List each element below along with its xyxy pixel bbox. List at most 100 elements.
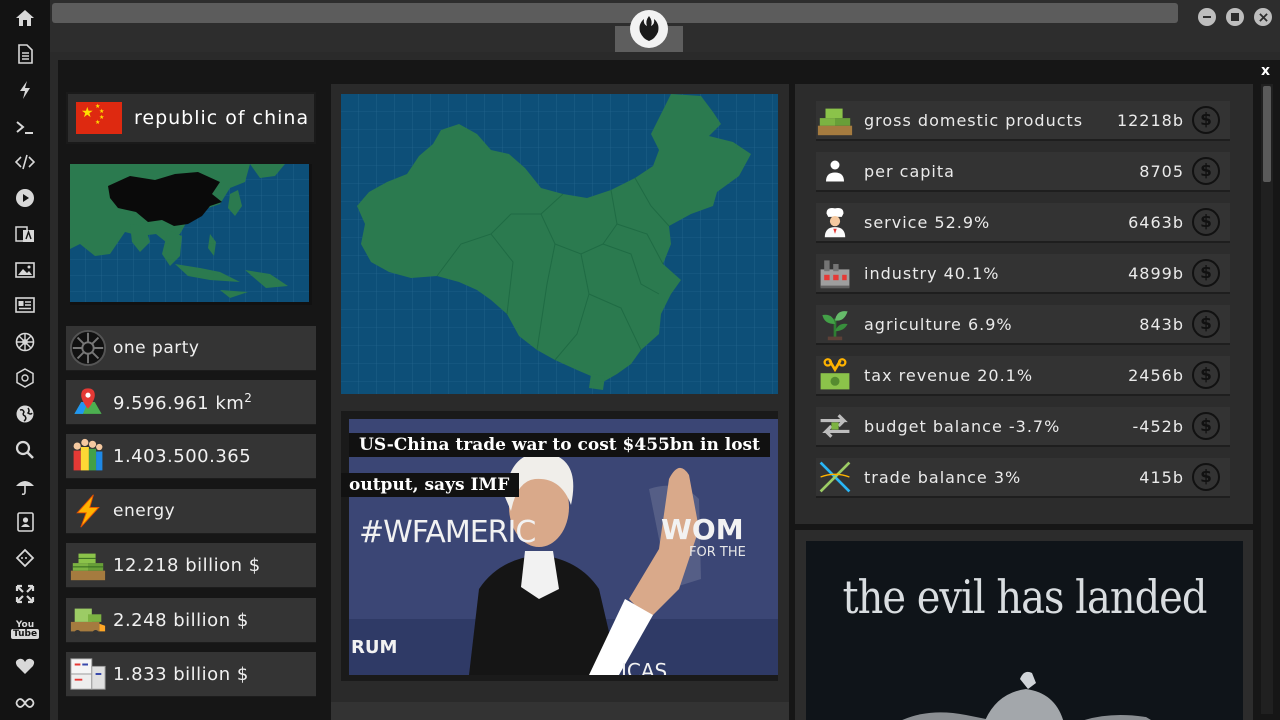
econ-value-agriculture: 843b [1139, 314, 1184, 334]
stat-imports[interactable]: 1.833 billion $ [66, 652, 316, 697]
address-bar[interactable] [52, 3, 1178, 23]
newspaper-icon[interactable] [10, 290, 40, 320]
backdrop-bottom-right-text: ICAS [621, 659, 668, 675]
factory-icon [816, 254, 854, 292]
dollar-icon: $ [1192, 412, 1220, 440]
sidebar-rail: You Tube [0, 0, 50, 720]
econ-row-industry[interactable]: industry 40.1% 4899b $ [816, 254, 1230, 294]
tax-icon [816, 356, 854, 394]
close-window-button[interactable] [1254, 8, 1272, 26]
econ-label-budget-balance: budget balance -3.7% [864, 416, 1061, 436]
country-name: republic of china [134, 107, 310, 129]
maximize-button[interactable] [1226, 8, 1244, 26]
world-locator-map[interactable] [70, 164, 312, 305]
government-type: one party [113, 338, 200, 358]
econ-row-tax-revenue[interactable]: tax revenue 20.1% 2456b $ [816, 356, 1230, 396]
dollar-icon: $ [1192, 463, 1220, 491]
econ-row-trade-balance[interactable]: trade balance 3% 415b $ [816, 458, 1230, 498]
econ-value-service: 6463b [1128, 212, 1184, 232]
country-map[interactable] [341, 94, 778, 394]
money-stack-icon [69, 546, 107, 584]
translate-icon[interactable] [10, 219, 40, 249]
promo-banner[interactable]: the evil has landed [806, 541, 1243, 720]
umbrella-icon[interactable] [10, 471, 40, 501]
infinity-icon[interactable] [10, 688, 40, 718]
dollar-icon: $ [1192, 310, 1220, 338]
dollar-icon: $ [1192, 208, 1220, 236]
title-bar [50, 0, 1280, 52]
news-card[interactable]: #WFAMERIC WOM FOR THE RUM ICAS US-China … [341, 411, 778, 681]
dollar-icon: $ [1192, 361, 1220, 389]
youtube-icon[interactable]: You Tube [10, 615, 40, 645]
exports-value: 2.248 billion $ [113, 609, 249, 631]
econ-label-per-capita: per capita [864, 161, 955, 181]
population-value: 1.403.500.365 [113, 445, 252, 467]
ticket-icon[interactable] [10, 543, 40, 573]
gdp-value: 12.218 billion $ [113, 554, 261, 576]
econ-row-gdp[interactable]: gross domestic products 12218b $ [816, 101, 1230, 141]
expand-icon[interactable] [10, 579, 40, 609]
promo-text: the evil has landed [842, 571, 1208, 625]
boxes-icon [69, 655, 107, 693]
middle-column-footer [331, 702, 789, 720]
close-panel-button[interactable]: x [1261, 63, 1273, 79]
econ-value-industry: 4899b [1128, 263, 1184, 283]
econ-row-per-capita[interactable]: per capita 8705 $ [816, 152, 1230, 192]
search-icon[interactable] [10, 435, 40, 465]
econ-label-service: service 52.9% [864, 212, 991, 232]
scrollbar[interactable] [1261, 84, 1273, 714]
rebel-alliance-icon[interactable] [630, 10, 668, 48]
econ-value-budget-balance: -452b [1132, 416, 1184, 436]
galactic-republic-icon[interactable] [10, 363, 40, 393]
backdrop-text: #WFAMERIC [359, 515, 536, 550]
code-icon[interactable] [10, 147, 40, 177]
econ-row-agriculture[interactable]: agriculture 6.9% 843b $ [816, 305, 1230, 345]
document-icon[interactable] [10, 39, 40, 69]
stat-energy[interactable]: energy [66, 489, 316, 534]
imports-value: 1.833 billion $ [113, 663, 249, 685]
econ-row-budget-balance[interactable]: budget balance -3.7% -452b $ [816, 407, 1230, 447]
plant-icon [816, 305, 854, 343]
minimize-button[interactable] [1198, 8, 1216, 26]
econ-label-gdp: gross domestic products [864, 110, 1084, 130]
dollar-icon: $ [1192, 259, 1220, 287]
news-headline-line1[interactable]: US-China trade war to cost $455bn in los… [349, 433, 770, 457]
globe-icon[interactable] [10, 399, 40, 429]
heart-icon[interactable] [10, 651, 40, 681]
empire-icon [69, 329, 107, 367]
app-window: You Tube x ★ ★ ★ ★ ★ republic of china o… [0, 0, 1280, 720]
contact-card-icon[interactable] [10, 507, 40, 537]
china-flag-icon: ★ ★ ★ ★ ★ [76, 102, 122, 134]
econ-value-gdp: 12218b [1116, 110, 1184, 130]
stat-population[interactable]: 1.403.500.365 [66, 434, 316, 479]
galactic-empire-icon[interactable] [10, 327, 40, 357]
area-value: 9.596.961 km2 [113, 390, 253, 414]
home-icon[interactable] [10, 3, 40, 33]
news-photo: #WFAMERIC WOM FOR THE RUM ICAS [349, 419, 778, 675]
image-icon[interactable] [10, 255, 40, 285]
terminal-icon[interactable] [10, 112, 40, 142]
econ-value-trade-balance: 415b [1139, 467, 1184, 487]
money-truck-icon [69, 601, 107, 639]
stat-gdp[interactable]: 12.218 billion $ [66, 543, 316, 588]
money-stack-icon [816, 101, 854, 139]
person-icon [816, 152, 854, 190]
stat-area[interactable]: 9.596.961 km2 [66, 380, 316, 425]
balance-arrows-icon [816, 407, 854, 445]
backdrop-bottom-text: RUM [351, 637, 398, 658]
trade-cross-icon [816, 458, 854, 496]
country-header: ★ ★ ★ ★ ★ republic of china [66, 92, 316, 144]
play-icon[interactable] [10, 183, 40, 213]
econ-label-trade-balance: trade balance 3% [864, 467, 1022, 487]
chef-icon [816, 203, 854, 241]
econ-value-tax-revenue: 2456b [1128, 365, 1184, 385]
scrollbar-thumb[interactable] [1263, 86, 1271, 182]
lightning-icon[interactable] [10, 75, 40, 105]
econ-label-agriculture: agriculture 6.9% [864, 314, 1013, 334]
stat-exports[interactable]: 2.248 billion $ [66, 598, 316, 643]
population-icon [69, 437, 107, 475]
map-pin-icon [69, 383, 107, 421]
news-headline-line2[interactable]: output, says IMF [341, 473, 520, 497]
stat-government[interactable]: one party [66, 326, 316, 371]
econ-row-service[interactable]: service 52.9% 6463b $ [816, 203, 1230, 243]
